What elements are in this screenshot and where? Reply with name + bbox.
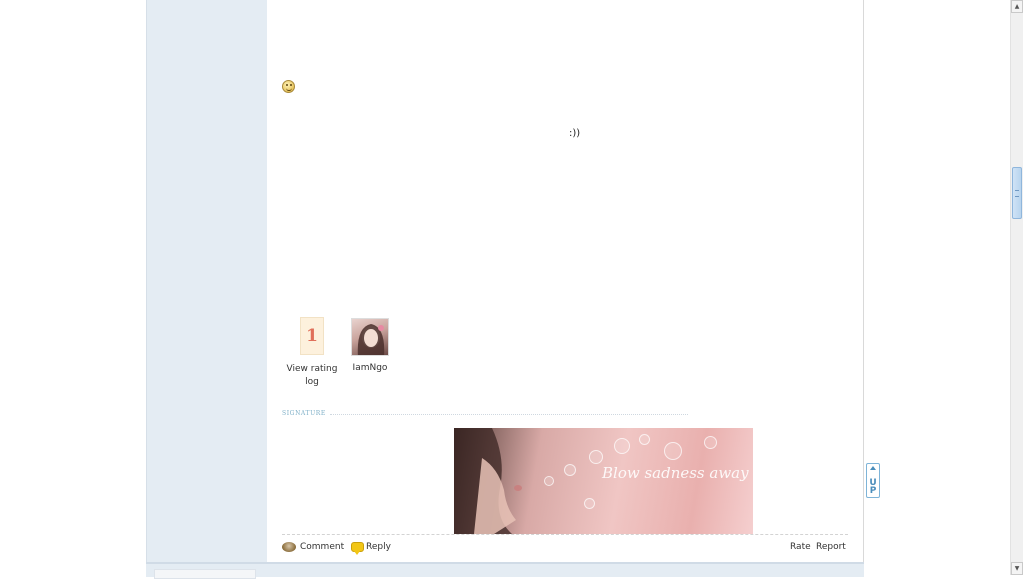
view-rating-log-link[interactable]: View rating log (282, 363, 342, 389)
bubble-shape (564, 464, 576, 476)
scroll-down-button[interactable]: ▼ (1011, 562, 1023, 575)
bubble-shape (664, 442, 682, 460)
bubble-shape (544, 476, 554, 486)
scroll-down-arrow-icon: ▼ (1014, 565, 1020, 572)
scroll-thumb[interactable] (1012, 167, 1022, 219)
signature-banner-image: Blow sadness away (454, 428, 753, 534)
vertical-scrollbar[interactable]: ▲ ▼ (1010, 0, 1023, 575)
report-button[interactable]: Report (816, 542, 846, 552)
bubble-shape (704, 436, 717, 449)
smiley-emoticon-icon (282, 80, 295, 93)
up-label-p: P (869, 486, 877, 496)
avatar-image-icon (357, 324, 385, 355)
bubble-shape (584, 498, 595, 509)
rater-name-link[interactable]: IamNgo (343, 363, 397, 373)
scroll-up-arrow-icon: ▲ (1014, 3, 1020, 10)
scroll-to-top-button[interactable]: U P (866, 463, 880, 498)
up-arrow-icon (870, 466, 876, 470)
post-message-text: :)) (569, 128, 581, 139)
post-footer-divider (282, 534, 848, 535)
banner-caption: Blow sadness away (602, 464, 749, 482)
bubble-shape (639, 434, 650, 445)
signature-divider (330, 414, 688, 415)
coffee-cup-icon (282, 542, 296, 552)
rater-avatar[interactable] (351, 318, 389, 356)
scroll-up-button[interactable]: ▲ (1011, 0, 1023, 13)
author-sidebar (146, 0, 268, 562)
reply-label: Reply (366, 542, 391, 552)
signature-label: SIGNATURE (282, 410, 326, 417)
comment-button[interactable]: Comment (282, 542, 344, 552)
rate-button[interactable]: Rate (790, 542, 811, 552)
speech-bubble-icon (351, 542, 364, 555)
bubble-shape (614, 438, 630, 454)
next-post-author-box (154, 569, 256, 579)
comment-label: Comment (300, 542, 345, 552)
rating-score-badge[interactable]: 1 (300, 317, 324, 355)
bubble-shape (589, 450, 603, 464)
reply-button[interactable]: Reply (351, 542, 391, 555)
